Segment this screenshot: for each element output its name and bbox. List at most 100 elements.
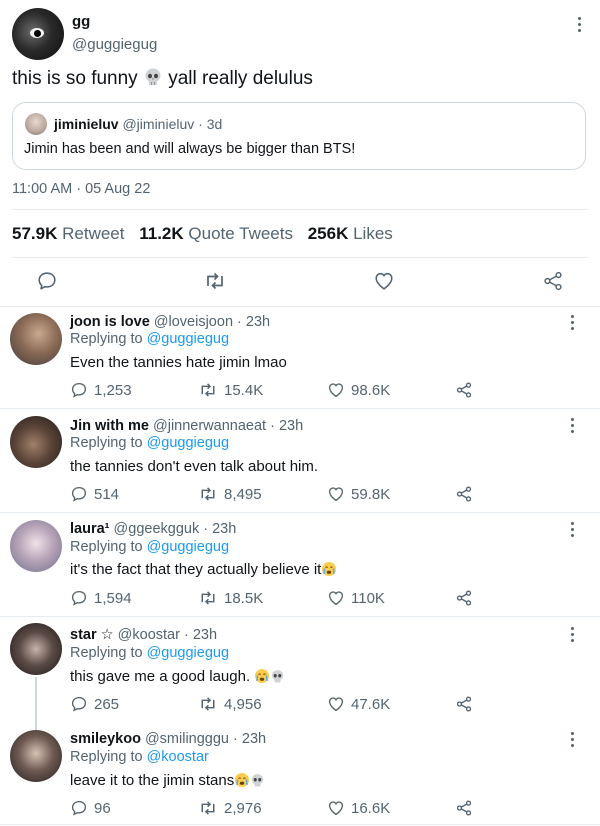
reply-avatar[interactable] [10, 623, 62, 675]
reply-time: · 23h [237, 314, 271, 330]
more-options-icon[interactable] [576, 17, 582, 35]
quotes-count: 11.2K [139, 224, 184, 243]
reply-retweet-button[interactable]: 8,495 [198, 485, 262, 503]
heart-icon [328, 487, 344, 502]
heart-icon [328, 801, 344, 816]
replying-to: Replying to @guggiegug [70, 539, 229, 555]
divider [0, 824, 600, 825]
more-options-icon[interactable] [569, 732, 575, 750]
replying-to-handle[interactable]: @guggiegug [147, 331, 229, 347]
share-icon [544, 271, 562, 291]
main-tweet-text-before: this is so funny [12, 68, 138, 89]
quoted-author-handle: @jiminieluv [122, 116, 195, 132]
reply-author-name[interactable]: smileykoo [70, 731, 141, 747]
retweets-stat[interactable]: 57.9K Retweet [12, 224, 124, 243]
likes-label: Likes [353, 224, 393, 243]
main-like-button[interactable] [373, 270, 395, 297]
reply-share-button[interactable] [455, 695, 479, 713]
reply-share-button[interactable] [455, 799, 479, 817]
reply-like-button[interactable]: 59.8K [327, 485, 390, 503]
retweet-icon [201, 801, 215, 815]
reply-like-button[interactable]: 110K [327, 589, 385, 607]
main-comment-button[interactable] [36, 270, 58, 297]
reply-retweet-count: 2,976 [224, 799, 262, 817]
main-retweet-button[interactable] [203, 270, 227, 297]
reply-retweet-button[interactable]: 18.5K [198, 589, 263, 607]
comment-icon [71, 800, 87, 816]
retweet-icon [201, 487, 215, 501]
reply-author-name[interactable]: laura¹ [70, 521, 110, 537]
comment-icon [38, 272, 56, 290]
crying-emoji [321, 561, 337, 581]
replying-to-prefix: Replying to [70, 645, 143, 661]
reply-like-button[interactable]: 98.6K [327, 381, 390, 399]
reply-time: · 23h [203, 521, 237, 537]
reply-comment-count: 1,253 [94, 381, 132, 399]
reply-retweet-count: 8,495 [224, 485, 262, 503]
skull-emoji [250, 773, 265, 792]
more-options-icon[interactable] [569, 627, 575, 645]
reply-header: Jin with me @jinnerwannaeat · 23h [70, 418, 303, 434]
reply-author-handle[interactable]: @loveisjoon [154, 314, 233, 330]
reply-author-name[interactable]: Jin with me [70, 418, 149, 434]
likes-stat[interactable]: 256K Likes [308, 224, 393, 243]
reply-author-handle[interactable]: @koostar [118, 627, 180, 643]
main-author-avatar[interactable] [12, 8, 64, 60]
reply-like-count: 47.6K [351, 695, 391, 713]
replying-to-handle[interactable]: @koostar [147, 749, 209, 765]
main-tweet-text-after: yall really delulus [168, 68, 313, 89]
retweet-icon [207, 272, 223, 290]
replying-to: Replying to @koostar [70, 749, 209, 765]
reply-comment-button[interactable]: 1,594 [70, 589, 132, 607]
reply-avatar[interactable] [10, 313, 62, 365]
replying-to-handle[interactable]: @guggiegug [147, 645, 229, 661]
reply-retweet-button[interactable]: 4,956 [198, 695, 262, 713]
replying-to-prefix: Replying to [70, 435, 143, 451]
main-author-handle[interactable]: @guggiegug [72, 36, 157, 53]
retweets-label: Retweet [62, 224, 125, 243]
reply-text-row: this gave me a good laugh. [70, 668, 285, 688]
share-icon [456, 486, 472, 502]
main-tweet-stats: 57.9K Retweet 11.2K Quote Tweets 256K Li… [12, 224, 393, 244]
reply-retweet-button[interactable]: 15.4K [198, 381, 263, 399]
more-options-icon[interactable] [569, 522, 575, 540]
reply-avatar[interactable] [10, 416, 62, 468]
quoted-author-name: jiminieluv [54, 116, 119, 132]
more-options-icon[interactable] [569, 315, 575, 333]
reply-author-handle[interactable]: @smilingggu [145, 731, 229, 747]
reply-text: the tannies don't even talk about him. [70, 458, 319, 475]
reply-header: joon is love @loveisjoon · 23h [70, 314, 270, 330]
reply-comment-button[interactable]: 1,253 [70, 381, 132, 399]
main-share-button[interactable] [542, 270, 564, 297]
reply-author-name[interactable]: star ☆ [70, 627, 114, 643]
reply-share-button[interactable] [455, 485, 479, 503]
reply-like-button[interactable]: 47.6K [327, 695, 390, 713]
reply-retweet-button[interactable]: 2,976 [198, 799, 262, 817]
replying-to-handle[interactable]: @guggiegug [147, 539, 229, 555]
reply-comment-button[interactable]: 96 [70, 799, 111, 817]
quoted-tweet-card[interactable]: jiminieluv @jiminieluv · 3d Jimin has be… [12, 102, 586, 170]
reply-share-button[interactable] [455, 381, 479, 399]
divider [0, 306, 600, 307]
reply-retweet-count: 18.5K [224, 589, 264, 607]
reply-text: it's the fact that they actually believe… [70, 561, 322, 578]
quotes-stat[interactable]: 11.2K Quote Tweets [139, 224, 293, 243]
reply-avatar[interactable] [10, 730, 62, 782]
reply-text: Even the tannies hate jimin lmao [70, 354, 287, 371]
quoted-author-avatar [25, 113, 47, 135]
replying-to-handle[interactable]: @guggiegug [147, 435, 229, 451]
reply-like-button[interactable]: 16.6K [327, 799, 390, 817]
reply-share-button[interactable] [455, 589, 479, 607]
reply-retweet-count: 15.4K [224, 381, 264, 399]
reply-author-handle[interactable]: @ggeekgguk [114, 521, 200, 537]
reply-author-handle[interactable]: @jinnerwannaeat [153, 418, 266, 434]
reply-comment-button[interactable]: 514 [70, 485, 119, 503]
main-author-name[interactable]: gg [72, 13, 90, 30]
crying-emoji [234, 772, 250, 792]
more-options-icon[interactable] [569, 418, 575, 436]
reply-like-count: 59.8K [351, 485, 391, 503]
share-icon [456, 382, 472, 398]
reply-author-name[interactable]: joon is love [70, 314, 150, 330]
reply-comment-button[interactable]: 265 [70, 695, 119, 713]
reply-avatar[interactable] [10, 520, 62, 572]
